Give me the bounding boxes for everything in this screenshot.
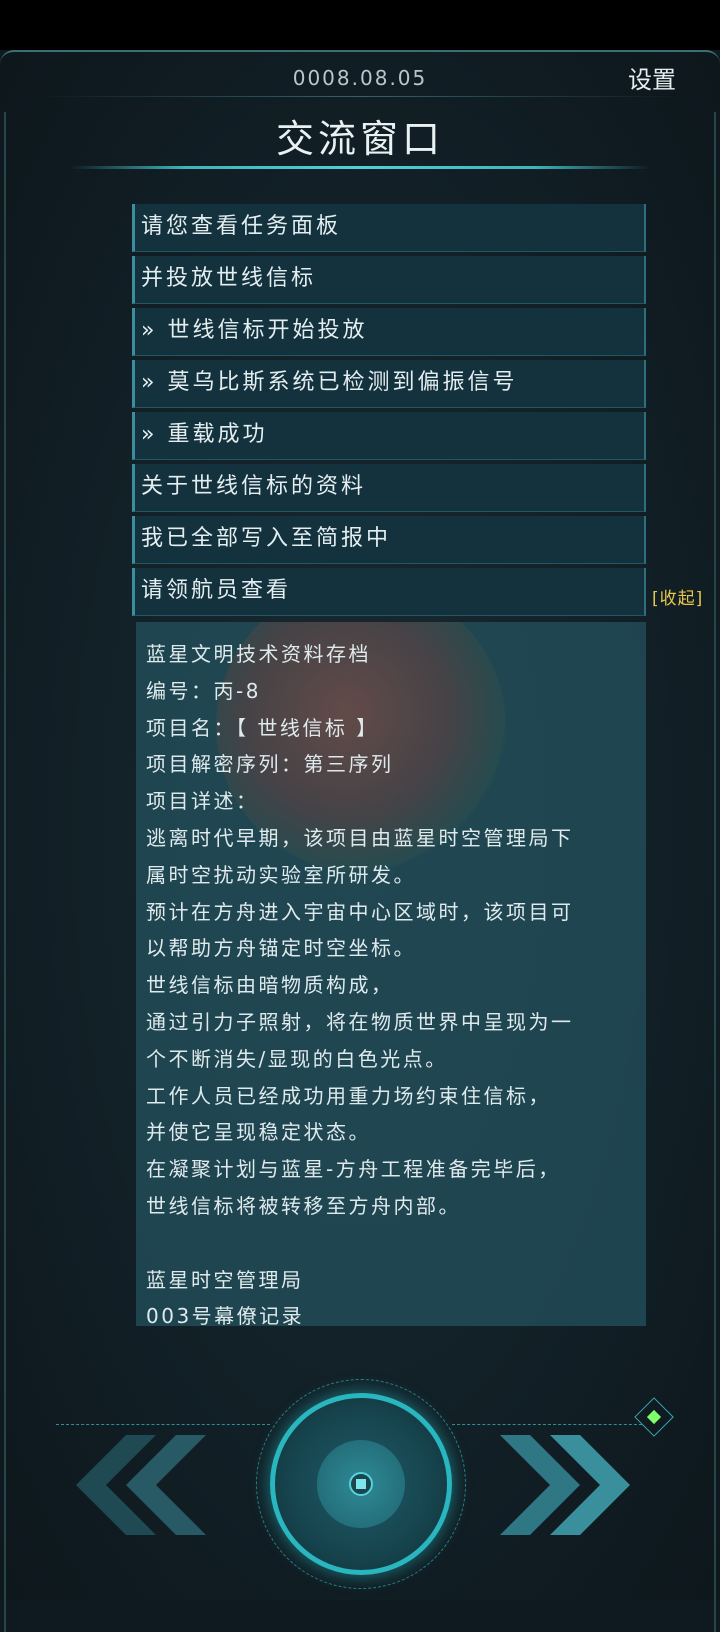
diamond-icon[interactable] bbox=[634, 1397, 674, 1437]
header-divider bbox=[40, 96, 680, 97]
message-row: » 重载成功 bbox=[132, 412, 646, 460]
message-list: 请您查看任务面板 并投放世线信标 » 世线信标开始投放 » 莫乌比斯系统已检测到… bbox=[132, 204, 646, 620]
doc-signature-record: 003号幕僚记录 bbox=[146, 1304, 305, 1326]
briefing-document: 蓝星文明技术资料存档 编号：丙-8 项目名：【 世线信标 】 项目解密序列：第三… bbox=[136, 622, 646, 1326]
doc-line: 工作人员已经成功用重力场约束住信标， bbox=[146, 1083, 551, 1108]
doc-line: 个不断消失/显现的白色光点。 bbox=[146, 1046, 448, 1071]
page-title: 交流窗口 bbox=[275, 117, 444, 161]
message-row: 关于世线信标的资料 bbox=[132, 464, 646, 512]
message-row: 我已全部写入至简报中 bbox=[132, 516, 646, 564]
doc-line: 在凝聚计划与蓝星-方舟工程准备完毕后， bbox=[146, 1157, 561, 1182]
doc-line: 项目名：【 世线信标 】 bbox=[146, 715, 379, 740]
dashed-line-left bbox=[56, 1424, 270, 1425]
message-row-expanded[interactable]: 请领航员查看 bbox=[132, 568, 646, 616]
title-underline bbox=[70, 166, 650, 169]
doc-line: 蓝星文明技术资料存档 bbox=[146, 642, 371, 666]
doc-line: 以帮助方舟锚定时空坐标。 bbox=[146, 936, 416, 961]
dashed-line-right bbox=[452, 1424, 642, 1425]
settings-button[interactable]: 设置 bbox=[628, 60, 676, 95]
doc-line: 编号：丙-8 bbox=[146, 678, 261, 703]
message-row: » 莫乌比斯系统已检测到偏振信号 bbox=[132, 360, 646, 408]
message-row: 并投放世线信标 bbox=[132, 256, 646, 304]
doc-signature-org: 蓝星时空管理局 bbox=[146, 1267, 304, 1292]
doc-line: 并使它呈现稳定状态。 bbox=[146, 1120, 371, 1145]
double-chevron-right-icon[interactable] bbox=[500, 1435, 640, 1535]
target-circle-icon bbox=[349, 1472, 373, 1496]
center-action-button[interactable] bbox=[270, 1393, 452, 1575]
doc-line: 世线信标将被转移至方舟内部。 bbox=[146, 1193, 461, 1218]
doc-line: 属时空扰动实验室所研发。 bbox=[146, 862, 416, 887]
message-row: 请您查看任务面板 bbox=[132, 204, 646, 252]
double-chevron-left-icon[interactable] bbox=[66, 1435, 206, 1535]
doc-line: 项目解密序列：第三序列 bbox=[146, 752, 394, 777]
top-black-strip bbox=[0, 0, 720, 50]
collapse-button[interactable]: [收起] bbox=[652, 584, 703, 609]
doc-line-blank bbox=[146, 1225, 636, 1262]
doc-line: 项目详述： bbox=[146, 789, 259, 814]
doc-line: 世线信标由暗物质构成， bbox=[146, 973, 394, 998]
doc-line: 通过引力子照射，将在物质世界中呈现为一 bbox=[146, 1009, 574, 1034]
message-row: » 世线信标开始投放 bbox=[132, 308, 646, 356]
date-label: 0008.08.05 bbox=[292, 66, 428, 90]
bottom-control-bar bbox=[0, 1379, 720, 1600]
doc-line: 逃离时代早期，该项目由蓝星时空管理局下 bbox=[146, 825, 574, 850]
doc-line: 预计在方舟进入宇宙中心区域时，该项目可 bbox=[146, 899, 574, 924]
